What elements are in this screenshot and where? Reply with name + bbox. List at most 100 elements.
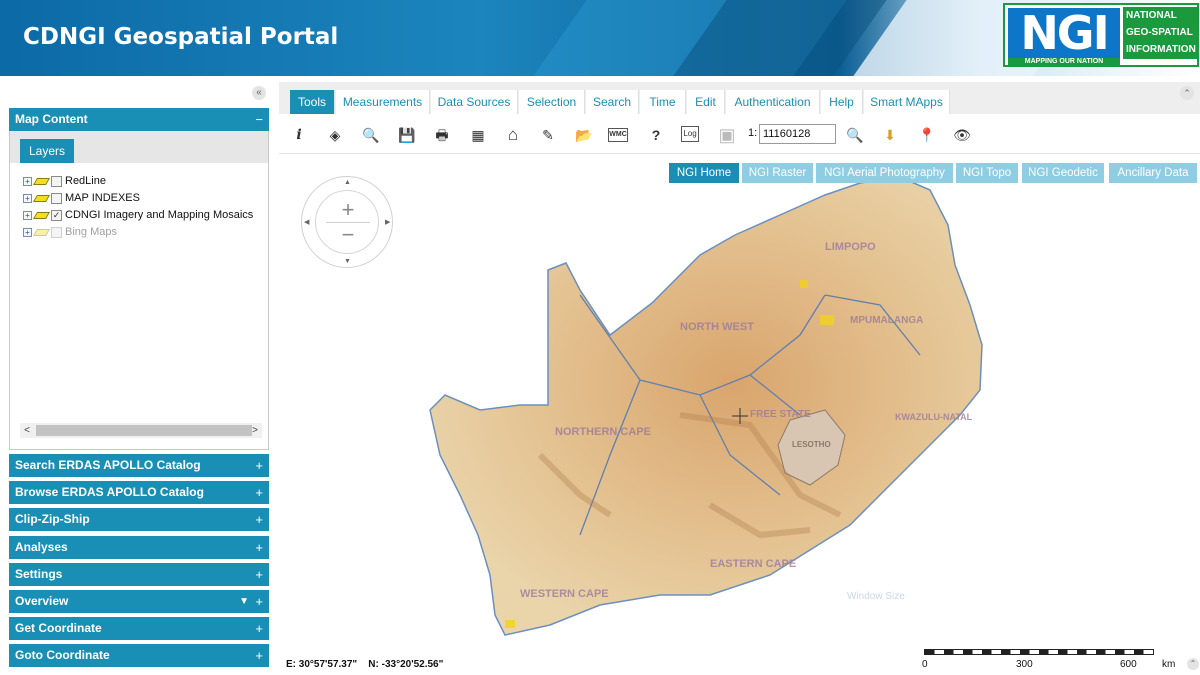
layer-checkbox[interactable] bbox=[51, 193, 62, 204]
expand-panel-icon[interactable]: + bbox=[255, 563, 263, 586]
urban-area bbox=[505, 620, 515, 628]
scale-input[interactable] bbox=[759, 124, 836, 144]
pan-right-icon[interactable]: ▶ bbox=[385, 218, 390, 226]
layer-row-cdngi-imagery[interactable]: + ✓ CDNGI Imagery and Mapping Mosaics bbox=[23, 207, 253, 224]
tab-smart-mapps[interactable]: Smart MApps bbox=[864, 90, 950, 114]
folder-icon[interactable]: 📂 bbox=[573, 124, 595, 146]
panel-overview[interactable]: Overview ▼ + bbox=[9, 590, 269, 613]
expand-panel-icon[interactable]: + bbox=[255, 481, 263, 504]
layer-checkbox[interactable]: ✓ bbox=[51, 210, 62, 221]
region-label: LESOTHO bbox=[792, 440, 831, 449]
layer-icon bbox=[32, 178, 51, 185]
pan-up-icon[interactable]: ▲ bbox=[344, 179, 351, 186]
expand-bottom-icon[interactable]: ⌃ bbox=[1187, 658, 1199, 670]
scale-tick-label: 300 bbox=[1016, 659, 1033, 670]
layer-row-bing-maps[interactable]: + Bing Maps bbox=[23, 224, 117, 241]
chevron-down-icon[interactable]: ▼ bbox=[239, 590, 249, 613]
zoom-in-button[interactable]: + bbox=[316, 199, 380, 221]
pin-icon[interactable]: 📍 bbox=[916, 124, 938, 146]
map-tab-ngi-aerial-photography[interactable]: NGI Aerial Photography bbox=[816, 163, 953, 183]
layers-horizontal-scrollbar[interactable]: < > bbox=[20, 423, 262, 438]
panel-title: Clip-Zip-Ship bbox=[15, 512, 90, 526]
info-icon[interactable]: i bbox=[288, 124, 310, 146]
region-label: FREE STATE bbox=[750, 409, 811, 420]
map-tab-ngi-geodetic[interactable]: NGI Geodetic bbox=[1022, 163, 1104, 183]
home-icon[interactable]: ⌂ bbox=[502, 124, 524, 146]
collapse-sidebar-icon[interactable]: « bbox=[252, 86, 266, 100]
map-tab-ancillary-data[interactable]: Ancillary Data bbox=[1109, 163, 1197, 183]
collapse-panel-icon[interactable]: − bbox=[255, 108, 263, 131]
tab-authentication[interactable]: Authentication bbox=[726, 90, 820, 114]
panel-search-erdas[interactable]: Search ERDAS APOLLO Catalog + bbox=[9, 454, 269, 477]
panel-analyses[interactable]: Analyses + bbox=[9, 536, 269, 559]
panel-clip-zip-ship[interactable]: Clip-Zip-Ship + bbox=[9, 508, 269, 531]
ngi-logo[interactable]: NGI NATIONAL GEO-SPATIAL INFORMATION MAP… bbox=[1003, 3, 1199, 67]
help-icon[interactable]: ? bbox=[645, 124, 667, 146]
scroll-right-icon[interactable]: > bbox=[248, 423, 262, 438]
ngi-logo-words: NATIONAL GEO-SPATIAL INFORMATION bbox=[1123, 7, 1199, 59]
layer-label: Bing Maps bbox=[65, 226, 117, 238]
tab-tools[interactable]: Tools bbox=[290, 90, 335, 114]
expand-panel-icon[interactable]: + bbox=[255, 590, 263, 613]
eye-icon[interactable]: 👁 bbox=[951, 124, 973, 146]
map-tab-ngi-topo[interactable]: NGI Topo bbox=[956, 163, 1018, 183]
panel-browse-erdas[interactable]: Browse ERDAS APOLLO Catalog + bbox=[9, 481, 269, 504]
tab-data-sources[interactable]: Data Sources bbox=[431, 90, 518, 114]
panel-get-coordinate[interactable]: Get Coordinate + bbox=[9, 617, 269, 640]
main-tab-bar: Tools Measurements Data Sources Selectio… bbox=[279, 82, 1200, 114]
zoom-scale-icon[interactable]: 🔍 bbox=[844, 124, 866, 146]
zoom-extent-icon[interactable]: 🔍 bbox=[360, 124, 382, 146]
map-tab-ngi-home[interactable]: NGI Home bbox=[669, 163, 739, 183]
expand-icon[interactable]: + bbox=[23, 228, 32, 237]
map-tab-ngi-raster[interactable]: NGI Raster bbox=[742, 163, 813, 183]
map-viewport[interactable]: LIMPOPO NORTH WEST MPUMALANGA FREE STATE… bbox=[280, 155, 1200, 675]
map-scale-bar: 0 300 600 km bbox=[922, 649, 1197, 675]
marker-icon[interactable]: ⬇ bbox=[879, 124, 901, 146]
identify-icon[interactable]: ◈ bbox=[324, 124, 346, 146]
logo-line: NATIONAL bbox=[1126, 10, 1177, 21]
region-label: KWAZULU-NATAL bbox=[895, 412, 973, 422]
save-icon[interactable]: 💾 bbox=[396, 124, 418, 146]
ngi-logo-motto: MAPPING OUR NATION bbox=[1008, 58, 1120, 66]
expand-panel-icon[interactable]: + bbox=[255, 536, 263, 559]
scale-bar-graphic bbox=[924, 649, 1154, 655]
pen-icon[interactable]: ✎ bbox=[537, 124, 559, 146]
tab-layers[interactable]: Layers bbox=[20, 139, 74, 163]
table-icon[interactable]: ▦ bbox=[467, 124, 489, 146]
collapse-toolbar-icon[interactable]: ⌃ bbox=[1180, 86, 1194, 100]
tab-search[interactable]: Search bbox=[586, 90, 639, 114]
layer-checkbox[interactable] bbox=[51, 227, 62, 238]
expand-panel-icon[interactable]: + bbox=[255, 454, 263, 477]
expand-panel-icon[interactable]: + bbox=[255, 644, 263, 667]
expand-icon[interactable]: + bbox=[23, 194, 32, 203]
layer-row-map-indexes[interactable]: + MAP INDEXES bbox=[23, 190, 140, 207]
map-navigation-control[interactable]: ▲ ▼ ◀ ▶ + − bbox=[301, 176, 393, 268]
expand-panel-icon[interactable]: + bbox=[255, 508, 263, 531]
expand-icon[interactable]: + bbox=[23, 211, 32, 220]
zoom-out-button[interactable]: − bbox=[316, 224, 380, 246]
pan-left-icon[interactable]: ◀ bbox=[304, 218, 309, 226]
log-icon[interactable]: Log bbox=[681, 126, 699, 142]
urban-area bbox=[820, 315, 834, 325]
pan-down-icon[interactable]: ▼ bbox=[344, 258, 351, 265]
panel-settings[interactable]: Settings + bbox=[9, 563, 269, 586]
panel-goto-coordinate[interactable]: Goto Coordinate + bbox=[9, 644, 269, 667]
panel-map-content-header[interactable]: Map Content − bbox=[9, 108, 269, 131]
scroll-left-icon[interactable]: < bbox=[20, 423, 34, 438]
cube-icon[interactable]: ▣ bbox=[716, 124, 738, 146]
tab-help[interactable]: Help bbox=[821, 90, 863, 114]
map-content-body: Layers + RedLine + MAP INDEXES + ✓ CDNGI… bbox=[9, 131, 269, 450]
layer-checkbox[interactable] bbox=[51, 176, 62, 187]
tab-selection[interactable]: Selection bbox=[519, 90, 585, 114]
tab-time[interactable]: Time bbox=[640, 90, 686, 114]
wmc-icon[interactable]: WMC bbox=[608, 128, 628, 142]
expand-panel-icon[interactable]: + bbox=[255, 617, 263, 640]
tab-edit[interactable]: Edit bbox=[687, 90, 725, 114]
print-icon[interactable]: 🖶 bbox=[431, 124, 453, 146]
app-header: CDNGI Geospatial Portal NGI NATIONAL GEO… bbox=[0, 0, 1200, 76]
layer-row-redline[interactable]: + RedLine bbox=[23, 173, 106, 190]
tab-measurements[interactable]: Measurements bbox=[336, 90, 430, 114]
panel-title: Analyses bbox=[15, 540, 68, 554]
expand-icon[interactable]: + bbox=[23, 177, 32, 186]
scrollbar-thumb[interactable] bbox=[36, 425, 252, 436]
